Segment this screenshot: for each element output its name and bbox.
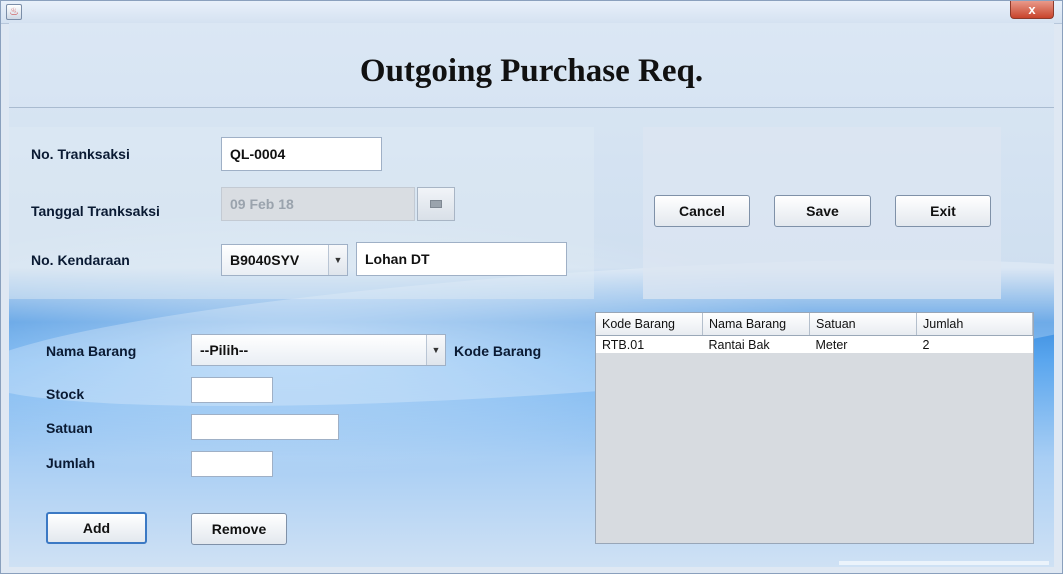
column-header-satuan[interactable]: Satuan xyxy=(809,313,917,336)
no-transaksi-label: No. Tranksaksi xyxy=(31,146,130,162)
cancel-button[interactable]: Cancel xyxy=(654,195,750,227)
tanggal-field: 09 Feb 18 xyxy=(221,187,415,221)
header-divider xyxy=(9,107,1054,108)
kendaraan-select[interactable]: B9040SYV ▼ xyxy=(221,244,348,276)
cell-kode-barang: RTB.01 xyxy=(596,335,703,353)
satuan-label: Satuan xyxy=(46,420,93,436)
stock-field[interactable] xyxy=(191,377,273,403)
chevron-down-icon: ▼ xyxy=(426,335,445,365)
nama-barang-label: Nama Barang xyxy=(46,343,137,359)
kode-barang-label: Kode Barang xyxy=(454,343,542,359)
items-table[interactable]: Kode Barang Nama Barang Satuan Jumlah RT… xyxy=(595,312,1034,544)
main-content: Outgoing Purchase Req. No. Tranksaksi QL… xyxy=(9,23,1054,567)
table-header-row: Kode Barang Nama Barang Satuan Jumlah xyxy=(596,313,1033,336)
remove-button[interactable]: Remove xyxy=(191,513,287,545)
tanggal-label: Tanggal Tranksaksi xyxy=(31,203,160,219)
column-header-nama-barang[interactable]: Nama Barang xyxy=(702,313,810,336)
kendaraan-select-value: B9040SYV xyxy=(230,252,300,268)
calendar-button[interactable] xyxy=(417,187,455,221)
jumlah-field[interactable] xyxy=(191,451,273,477)
jumlah-label: Jumlah xyxy=(46,455,96,471)
footer-decoration xyxy=(839,561,1049,565)
no-transaksi-field[interactable]: QL-0004 xyxy=(221,137,382,171)
stock-label: Stock xyxy=(46,386,85,402)
java-app-icon: ♨ xyxy=(6,4,22,20)
column-header-kode-barang[interactable]: Kode Barang xyxy=(596,313,703,336)
cell-satuan: Meter xyxy=(809,335,917,353)
title-bar: ♨ x xyxy=(1,1,1062,24)
close-button[interactable]: x xyxy=(1010,1,1054,19)
chevron-down-icon: ▼ xyxy=(328,245,347,275)
app-window: ♨ x Outgoing Purchase Req. No. Tranksaks… xyxy=(0,0,1063,574)
driver-field[interactable]: Lohan DT xyxy=(356,242,567,276)
add-button[interactable]: Add xyxy=(46,512,147,544)
nama-barang-select-value: --Pilih-- xyxy=(200,342,249,358)
cell-nama-barang: Rantai Bak xyxy=(702,335,810,353)
satuan-field[interactable] xyxy=(191,414,339,440)
page-title: Outgoing Purchase Req. xyxy=(359,53,704,89)
kendaraan-label: No. Kendaraan xyxy=(31,252,130,268)
cell-jumlah: 2 xyxy=(916,335,1033,353)
table-row[interactable]: RTB.01 Rantai Bak Meter 2 xyxy=(596,335,1033,353)
column-header-jumlah[interactable]: Jumlah xyxy=(916,313,1033,336)
calendar-icon xyxy=(430,200,442,208)
nama-barang-select[interactable]: --Pilih-- ▼ xyxy=(191,334,446,366)
exit-button[interactable]: Exit xyxy=(895,195,991,227)
save-button[interactable]: Save xyxy=(774,195,871,227)
